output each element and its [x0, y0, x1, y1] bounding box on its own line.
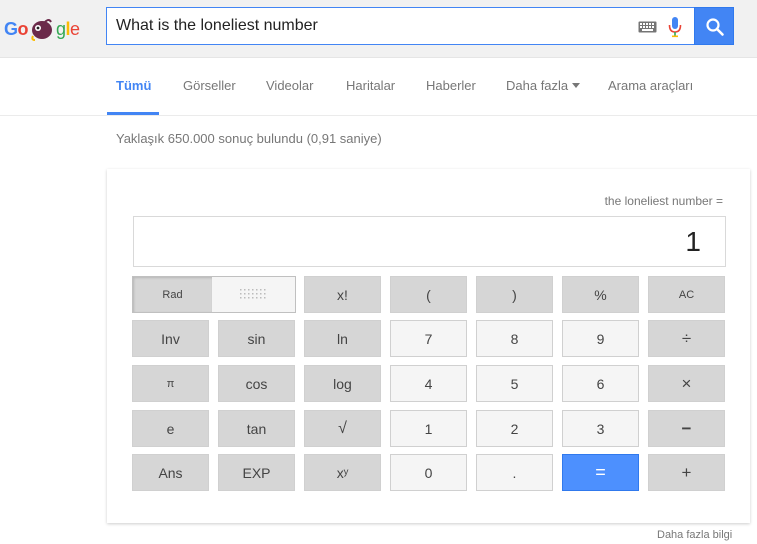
- tab-maps[interactable]: Haritalar: [346, 78, 395, 93]
- tab-more-label: Daha fazla: [506, 78, 569, 93]
- factorial-key[interactable]: x!: [304, 276, 381, 313]
- google-doodle-logo[interactable]: Go gle: [4, 12, 80, 46]
- tab-images[interactable]: Görseller: [183, 78, 236, 93]
- ans-key[interactable]: Ans: [132, 454, 209, 491]
- calculator-display: 1: [133, 216, 726, 267]
- minus-key[interactable]: −: [648, 410, 725, 447]
- digit-9-key[interactable]: 9: [562, 320, 639, 357]
- power-key[interactable]: xʸ: [304, 454, 381, 491]
- digit-7-key[interactable]: 7: [390, 320, 467, 357]
- tab-all[interactable]: Tümü: [116, 78, 151, 93]
- digit-5-key[interactable]: 5: [476, 365, 553, 402]
- rad-button[interactable]: Rad: [133, 277, 212, 312]
- sin-key[interactable]: sin: [218, 320, 295, 357]
- digit-3-key[interactable]: 3: [562, 410, 639, 447]
- pi-key[interactable]: π: [132, 365, 209, 402]
- tab-videos[interactable]: Videolar: [266, 78, 313, 93]
- deg-button[interactable]: [212, 277, 295, 312]
- result-stats: Yaklaşık 650.000 sonuç bulundu (0,91 san…: [116, 131, 382, 146]
- digit-0-key[interactable]: 0: [390, 454, 467, 491]
- plus-key[interactable]: +: [648, 454, 725, 491]
- active-tab-underline: [107, 112, 159, 115]
- search-button[interactable]: [694, 7, 734, 45]
- log-key[interactable]: log: [304, 365, 381, 402]
- calculator-card: the loneliest number = 1 Rad x! ( ) % AC…: [107, 169, 750, 523]
- tab-news[interactable]: Haberler: [426, 78, 476, 93]
- search-icon: [706, 18, 724, 36]
- divide-key[interactable]: ÷: [648, 320, 725, 357]
- tab-search-tools[interactable]: Arama araçları: [608, 78, 693, 93]
- right-paren-key[interactable]: ): [476, 276, 553, 313]
- tan-key[interactable]: tan: [218, 410, 295, 447]
- digit-1-key[interactable]: 1: [390, 410, 467, 447]
- digit-6-key[interactable]: 6: [562, 365, 639, 402]
- dotted-grid-icon: [239, 288, 265, 298]
- inverse-key[interactable]: Inv: [132, 320, 209, 357]
- equals-key[interactable]: =: [562, 454, 639, 491]
- more-info-link[interactable]: Daha fazla bilgi: [657, 529, 732, 541]
- digit-4-key[interactable]: 4: [390, 365, 467, 402]
- search-tabs: Tümü Görseller Videolar Haritalar Haberl…: [0, 58, 757, 116]
- search-query-text[interactable]: What is the loneliest number: [116, 17, 318, 35]
- caret-down-icon: [572, 83, 581, 88]
- multiply-key[interactable]: ×: [648, 365, 725, 402]
- keyboard-icon[interactable]: [638, 20, 657, 33]
- cos-key[interactable]: cos: [218, 365, 295, 402]
- digit-8-key[interactable]: 8: [476, 320, 553, 357]
- euler-e-key[interactable]: e: [132, 410, 209, 447]
- header: Go gle What is the loneliest number: [0, 0, 757, 58]
- doodle-icon: [29, 16, 55, 42]
- percent-key[interactable]: %: [562, 276, 639, 313]
- rad-deg-toggle[interactable]: Rad: [132, 276, 296, 313]
- decimal-point-key[interactable]: .: [476, 454, 553, 491]
- calculator-expression: the loneliest number =: [604, 194, 723, 208]
- left-paren-key[interactable]: (: [390, 276, 467, 313]
- exp-key[interactable]: EXP: [218, 454, 295, 491]
- digit-2-key[interactable]: 2: [476, 410, 553, 447]
- search-input[interactable]: What is the loneliest number: [106, 7, 694, 45]
- ln-key[interactable]: ln: [304, 320, 381, 357]
- microphone-icon[interactable]: [668, 16, 682, 38]
- square-root-key[interactable]: √: [304, 410, 381, 447]
- tab-more[interactable]: Daha fazla: [506, 78, 581, 93]
- calculator-result: 1: [685, 226, 701, 257]
- all-clear-key[interactable]: AC: [648, 276, 725, 313]
